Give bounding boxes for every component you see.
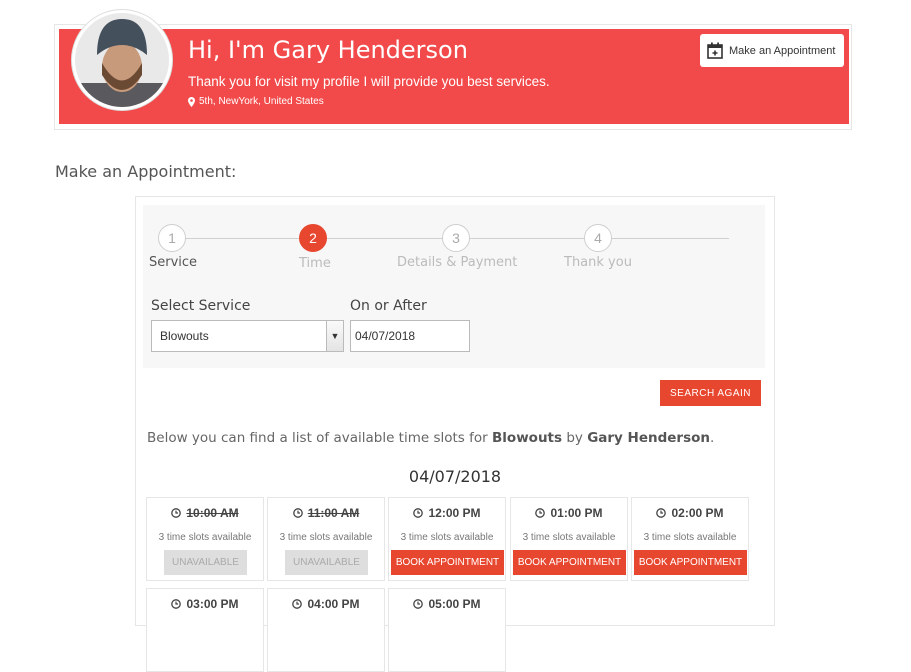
time-slot: 11:00 AM 3 time slots available UNAVAILA… <box>267 497 385 581</box>
select-service-label: Select Service <box>151 298 251 314</box>
clock-icon <box>171 599 182 609</box>
slot-time: 03:00 PM <box>147 597 263 611</box>
slot-availability: 3 time slots available <box>158 532 252 543</box>
slot-time: 12:00 PM <box>389 506 505 520</box>
step-4-circle: 4 <box>584 224 612 252</box>
time-slot: 02:00 PM 3 time slots available BOOK APP… <box>631 497 749 581</box>
chevron-down-icon[interactable]: ▼ <box>326 321 343 351</box>
step-4-label: Thank you <box>564 255 632 270</box>
unavailable-button: UNAVAILABLE <box>285 550 368 575</box>
time-slot: 10:00 AM 3 time slots available UNAVAILA… <box>146 497 264 581</box>
profile-name: Hi, I'm Gary Henderson <box>188 36 468 64</box>
on-or-after-label: On or After <box>350 298 427 314</box>
unavailable-button: UNAVAILABLE <box>164 550 247 575</box>
clock-icon <box>292 599 303 609</box>
info-middle: by <box>562 430 588 446</box>
slot-time-text: 02:00 PM <box>671 506 724 520</box>
slot-time: 11:00 AM <box>268 506 384 520</box>
slots-date: 04/07/2018 <box>408 467 502 486</box>
slot-time-text: 04:00 PM <box>307 597 360 611</box>
service-select-value: Blowouts <box>160 329 209 343</box>
book-appointment-button[interactable]: BOOK APPOINTMENT <box>634 550 747 575</box>
clock-icon <box>292 508 303 518</box>
make-appointment-button[interactable]: Make an Appointment <box>700 34 844 67</box>
profile-location-text: 5th, NewYork, United States <box>199 96 324 107</box>
info-suffix: . <box>710 430 715 446</box>
make-appointment-label: Make an Appointment <box>729 44 836 57</box>
slot-time-text: 12:00 PM <box>428 506 481 520</box>
calendar-plus-icon <box>707 42 723 59</box>
info-service: Blowouts <box>492 430 563 446</box>
step-3-label: Details & Payment <box>397 255 518 270</box>
avatar <box>72 10 172 110</box>
clock-icon <box>413 599 424 609</box>
step-1-label: Service <box>149 255 198 270</box>
slot-availability: 3 time slots available <box>643 532 737 543</box>
date-input[interactable] <box>350 320 470 352</box>
time-slot: 12:00 PM 3 time slots available BOOK APP… <box>388 497 506 581</box>
slot-time: 10:00 AM <box>147 506 263 520</box>
slot-time-text: 11:00 AM <box>307 506 360 520</box>
slot-time-text: 03:00 PM <box>186 597 239 611</box>
slot-time: 01:00 PM <box>511 506 627 520</box>
slot-availability: 3 time slots available <box>522 532 616 543</box>
service-select[interactable]: Blowouts ▼ <box>151 320 344 352</box>
step-3-circle: 3 <box>442 224 470 252</box>
clock-icon <box>413 508 424 518</box>
slot-time: 05:00 PM <box>389 597 505 611</box>
profile-description: Thank you for visit my profile I will pr… <box>188 74 550 89</box>
slot-time-text: 01:00 PM <box>550 506 603 520</box>
step-1-circle: 1 <box>158 224 186 252</box>
info-prefix: Below you can find a list of available t… <box>147 430 492 446</box>
slot-time-text: 10:00 AM <box>186 506 239 520</box>
clock-icon <box>656 508 667 518</box>
slot-availability: 3 time slots available <box>279 532 373 543</box>
map-marker-icon <box>188 96 195 107</box>
slot-time-text: 05:00 PM <box>428 597 481 611</box>
info-provider: Gary Henderson <box>587 430 711 446</box>
profile-location: 5th, NewYork, United States <box>188 96 324 107</box>
slot-time: 02:00 PM <box>632 506 748 520</box>
slot-time: 04:00 PM <box>268 597 384 611</box>
slot-availability: 3 time slots available <box>400 532 494 543</box>
step-2-label: Time <box>299 256 331 271</box>
step-2-circle: 2 <box>299 224 327 252</box>
time-slot: 04:00 PM <box>267 588 385 672</box>
time-slot: 05:00 PM <box>388 588 506 672</box>
clock-icon <box>171 508 182 518</box>
slots-info-text: Below you can find a list of available t… <box>147 430 714 446</box>
section-title: Make an Appointment: <box>55 162 237 181</box>
book-appointment-button[interactable]: BOOK APPOINTMENT <box>391 550 504 575</box>
time-slot: 03:00 PM <box>146 588 264 672</box>
book-appointment-button[interactable]: BOOK APPOINTMENT <box>513 550 626 575</box>
clock-icon <box>535 508 546 518</box>
search-again-button[interactable]: SEARCH AGAIN <box>660 380 761 406</box>
time-slot: 01:00 PM 3 time slots available BOOK APP… <box>510 497 628 581</box>
